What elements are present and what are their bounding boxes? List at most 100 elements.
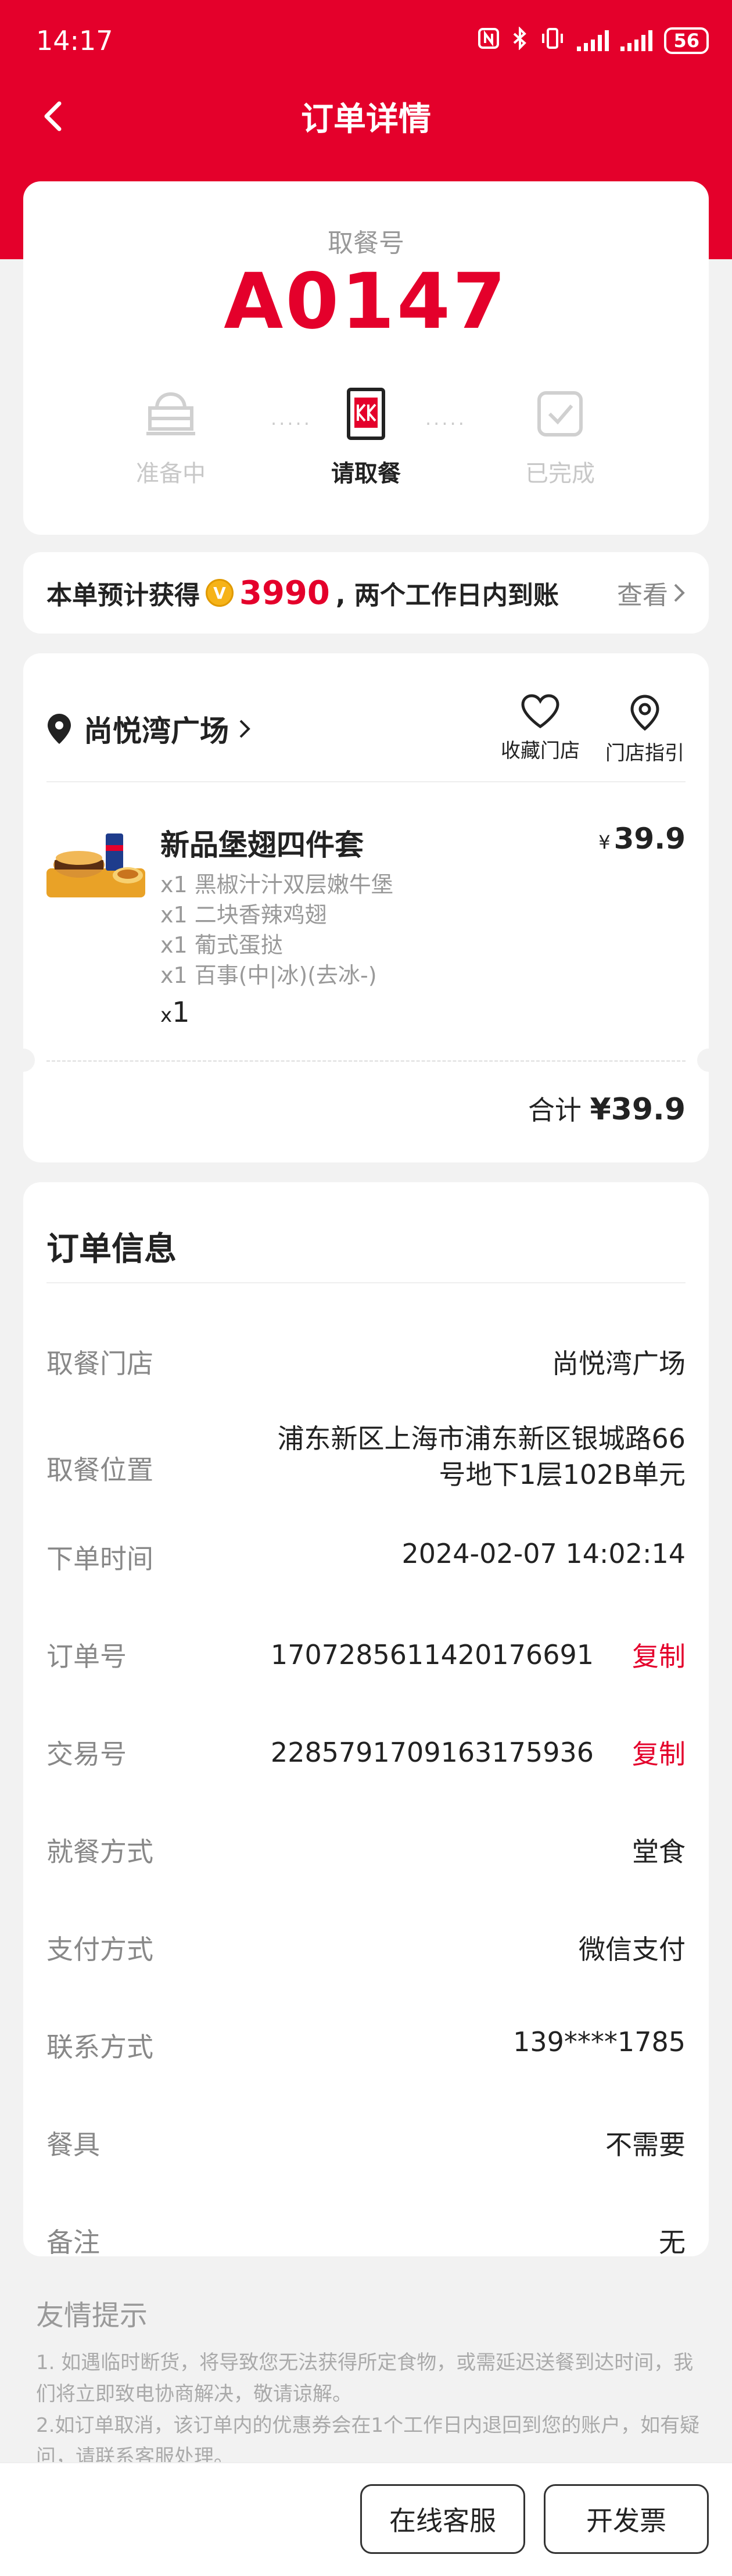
points-banner: 本单预计获得 V 3990 , 两个工作日内到账 查看 (23, 552, 709, 634)
currency-symbol: ¥ (598, 831, 611, 853)
divider (46, 1282, 686, 1283)
tips-line: 1. 如遇临时断货，将导致您无法获得所定食物，或需延迟送餐到达时间，我 (36, 2351, 694, 2374)
points-text: 本单预计获得 V 3990 , 两个工作日内到账 (46, 574, 559, 612)
favorite-store-button[interactable]: 收藏门店 (500, 694, 581, 765)
info-row-order-number: 订单号 1707285611420176691 复制 (46, 1618, 686, 1716)
signal-icon (620, 30, 653, 51)
nav-bar: 订单详情 (0, 81, 732, 151)
item-price: ¥39.9 (598, 822, 686, 856)
item-component: x1 葡式蛋挞 (160, 932, 283, 958)
info-row-dining-mode: 就餐方式 堂食 (46, 1813, 686, 1911)
info-label: 取餐位置 (46, 1454, 153, 1486)
order-number[interactable]: 1707285611420176691 (271, 1639, 594, 1670)
chevron-right-icon (239, 720, 250, 738)
view-points-link[interactable]: 查看 (617, 574, 686, 611)
transaction-number[interactable]: 2285791709163175936 (271, 1737, 594, 1768)
quantity-prefix: x (160, 1004, 173, 1027)
step-ready: 请取餐 (302, 385, 430, 488)
info-label: 订单号 (46, 1641, 127, 1672)
ticket-notch (697, 1049, 720, 1072)
status-time: 14:17 (36, 25, 113, 56)
chevron-left-icon[interactable] (35, 98, 72, 135)
info-row-payment: 支付方式 微信支付 (46, 1911, 686, 2009)
info-row-transaction-number: 交易号 2285791709163175936 复制 (46, 1716, 686, 1813)
bluetooth-icon (512, 26, 528, 55)
ticket-notch (12, 1049, 35, 1072)
vibrate-icon (540, 27, 565, 55)
copy-transaction-number-button[interactable]: 复制 (632, 1733, 686, 1772)
info-row-contact: 联系方式 139****1785 (46, 2009, 686, 2106)
points-amount: 3990 (239, 574, 330, 612)
total-amount: ¥39.9 (590, 1092, 686, 1127)
info-value: 无 (659, 2227, 686, 2258)
tips-line: 们将立即致电协商解决，敬请谅解。 (36, 2382, 352, 2406)
info-row-order-time: 下单时间 2024-02-07 14:02:14 (46, 1520, 686, 1618)
store-guide-button[interactable]: 门店指引 (604, 694, 686, 765)
points-prefix: 本单预计获得 (46, 581, 200, 610)
quantity-value: 1 (172, 996, 190, 1029)
points-suffix: , 两个工作日内到账 (335, 581, 559, 610)
info-label: 取餐门店 (46, 1348, 153, 1379)
store-name-link[interactable]: 尚悦湾广场 (46, 708, 263, 750)
map-pin-icon (630, 695, 659, 731)
info-value: 尚悦湾广场 (552, 1348, 686, 1379)
info-row-store: 取餐门店 尚悦湾广场 (46, 1325, 686, 1423)
chevron-right-icon (674, 584, 685, 602)
signal-icon (577, 30, 609, 51)
step-label: 已完成 (525, 460, 595, 487)
tips-title: 友情提示 (36, 2299, 148, 2332)
step-label: 请取餐 (331, 460, 401, 487)
check-cup-icon (531, 385, 589, 443)
info-value: 1707285611420176691 复制 (271, 1636, 686, 1674)
online-service-button[interactable]: 在线客服 (360, 2484, 525, 2554)
order-info-list: 取餐门店 尚悦湾广场 取餐位置 浦东新区上海市浦东新区银城路66 号地下1层10… (46, 1325, 686, 2302)
burger-tray-icon (142, 385, 200, 443)
friendly-tips: 友情提示 1. 如遇临时断货，将导致您无法获得所定食物，或需延迟送餐到达时间，我… (36, 2292, 709, 2473)
info-value: 浦东新区上海市浦东新区银城路66 号地下1层102B单元 (244, 1421, 686, 1493)
item-component: x1 二块香辣鸡翅 (160, 902, 327, 928)
info-value: 不需要 (605, 2129, 686, 2160)
view-label: 查看 (617, 581, 668, 610)
item-name: 新品堡翅四件套 (160, 828, 364, 862)
step-completed: 已完成 (496, 385, 624, 488)
order-item: 新品堡翅四件套 ¥39.9 x1 黑椒汁汁双层嫩牛堡 x1 二块香辣鸡翅 x1 … (46, 804, 686, 1037)
pickup-card: 取餐号 A0147 准备中 ····· 请取餐 ····· 已完成 (23, 181, 709, 535)
order-info-title: 订单信息 (46, 1230, 177, 1268)
kfc-bag-icon (337, 385, 395, 443)
info-value: 2285791709163175936 复制 (271, 1733, 686, 1772)
location-pin-icon (48, 714, 71, 744)
order-progress: 准备中 ····· 请取餐 ····· 已完成 (23, 385, 709, 501)
info-label: 就餐方式 (46, 1836, 153, 1867)
info-value: 2024-02-07 14:02:14 (401, 1538, 686, 1569)
meal-image (46, 822, 145, 897)
item-components: x1 黑椒汁汁双层嫩牛堡 x1 二块香辣鸡翅 x1 葡式蛋挞 x1 百事(中|冰… (160, 870, 393, 990)
store-card: 尚悦湾广场 收藏门店 门店指引 新品堡翅四件套 ¥ 39.9 x1 黑椒汁汁双层… (12, 653, 720, 1162)
info-value: 堂食 (632, 1836, 686, 1867)
info-label: 联系方式 (46, 2031, 153, 2063)
location-line: 号地下1层102B单元 (439, 1459, 686, 1490)
battery-icon: 56 (664, 27, 709, 54)
store-row: 尚悦湾广场 收藏门店 门店指引 (46, 694, 686, 781)
status-icons: 56 (477, 26, 709, 55)
step-label: 准备中 (136, 460, 206, 487)
divider (46, 781, 686, 782)
step-preparing: 准备中 (107, 385, 235, 488)
coin-icon: V (206, 579, 234, 607)
info-label: 下单时间 (46, 1543, 153, 1575)
info-value: 微信支付 (579, 1934, 686, 1965)
info-row-remarks: 备注 无 (46, 2204, 686, 2302)
dashed-divider (46, 1060, 686, 1062)
item-quantity: x1 (160, 996, 190, 1029)
copy-order-number-button[interactable]: 复制 (632, 1636, 686, 1674)
pickup-number-label: 取餐号 (328, 228, 404, 258)
favorite-store-label: 收藏门店 (501, 739, 580, 763)
bottom-action-bar: 在线客服 开发票 (0, 2462, 732, 2576)
tips-line: 2.如订单取消，该订单内的优惠券会在1个工作日内退回到您的账户，如有疑 (36, 2414, 700, 2437)
info-label: 备注 (46, 2227, 100, 2258)
item-component: x1 百事(中|冰)(去冰-) (160, 963, 377, 988)
info-value: 139****1785 (513, 2026, 686, 2058)
info-row-cutlery: 餐具 不需要 (46, 2106, 686, 2204)
item-component: x1 黑椒汁汁双层嫩牛堡 (160, 872, 393, 897)
invoice-button[interactable]: 开发票 (544, 2484, 709, 2554)
order-info-card: 订单信息 取餐门店 尚悦湾广场 取餐位置 浦东新区上海市浦东新区银城路66 号地… (23, 1182, 709, 2258)
